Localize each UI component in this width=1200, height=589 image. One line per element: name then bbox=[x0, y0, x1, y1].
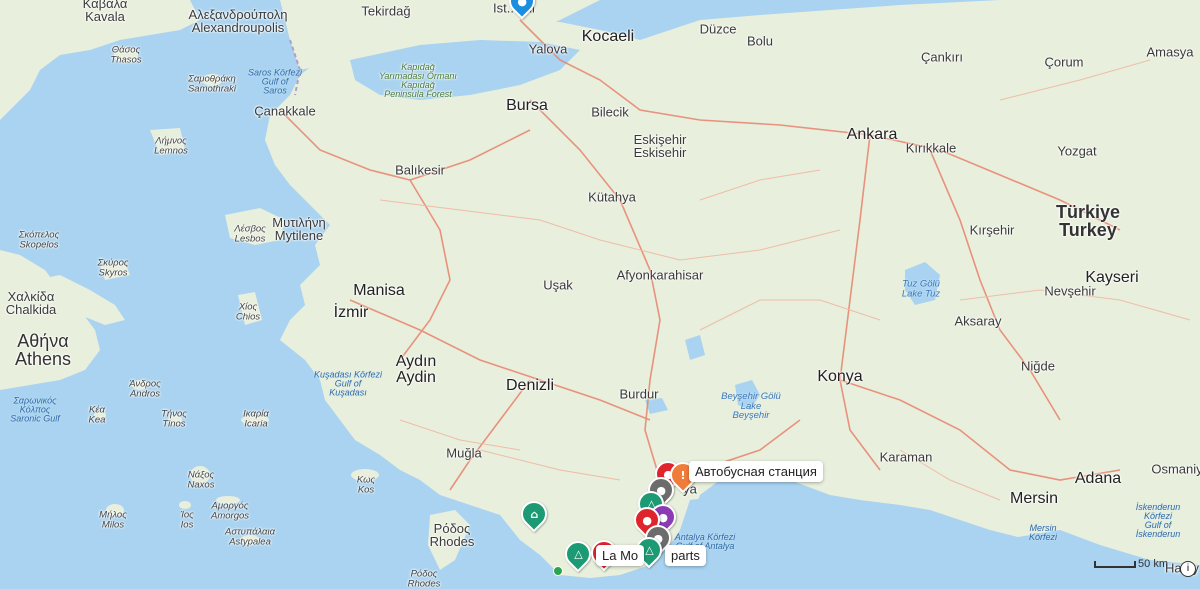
label-aksaray: Aksaray bbox=[954, 313, 1002, 329]
label-amorgos: Αμοργός Amorgos bbox=[210, 500, 250, 521]
label-bilecik: Bilecik bbox=[591, 104, 629, 120]
label-denizli: Denizli bbox=[505, 377, 555, 394]
label-ikaria: Ικαρία Icaria bbox=[243, 408, 269, 429]
label-nigde: Niğde bbox=[1021, 358, 1055, 374]
label-skopelos: Σκόπελος Skopelos bbox=[18, 229, 60, 250]
label-canakkale: Çanakkale bbox=[254, 103, 316, 119]
scale-bar-line bbox=[1094, 560, 1137, 568]
tent-icon: △ bbox=[644, 543, 654, 557]
label-turkey: Türkiye Turkey bbox=[1055, 202, 1121, 240]
label-ios: Ίος Ios bbox=[180, 509, 194, 530]
label-kapidag: Kapıdağ Yarımadası Ormanı Kapıdağ Penins… bbox=[379, 62, 457, 99]
label-kutahya: Kütahya bbox=[588, 189, 636, 205]
popup-parts[interactable]: parts bbox=[665, 545, 706, 566]
label-duzce: Düzce bbox=[699, 21, 737, 37]
label-iskenderun-gulf: İskenderun Körfezi Gulf of İskenderun bbox=[1135, 502, 1181, 539]
label-alexandroupolis: Αλεξανδρούπολη Alexandroupolis bbox=[188, 7, 288, 35]
exclamation-icon: ! bbox=[680, 468, 686, 482]
label-usak: Uşak bbox=[543, 277, 573, 293]
label-kavala: Καβάλα Kavala bbox=[82, 0, 128, 24]
label-mersin: Mersin bbox=[1009, 490, 1059, 507]
label-mytilene: Μυτιλήνη Mytilene bbox=[272, 215, 326, 243]
label-chios: Χίος Chios bbox=[235, 301, 261, 322]
label-izmir: İzmir bbox=[333, 304, 369, 321]
label-manisa: Manisa bbox=[353, 282, 405, 299]
label-saros-gulf: Saros Körfezi Gulf of Saros bbox=[247, 67, 303, 96]
label-nevsehir: Nevşehir bbox=[1044, 283, 1096, 299]
label-milos: Μήλος Milos bbox=[99, 509, 127, 530]
label-lemnos: Λήμνος Lemnos bbox=[154, 135, 188, 156]
label-rhodes: Ρόδος Rhodes bbox=[429, 521, 475, 549]
label-kusadasi-gulf: Kuşadası Körfezi Gulf of Kuşadası bbox=[313, 369, 383, 398]
label-tekirdag: Tekirdağ bbox=[361, 3, 411, 19]
info-icon[interactable]: i bbox=[1180, 561, 1196, 577]
label-amasya: Amasya bbox=[1146, 44, 1194, 60]
label-andros: Άνδρος Andros bbox=[129, 378, 161, 399]
pin-icon: ● bbox=[642, 513, 652, 527]
label-balikesir: Balıkesir bbox=[395, 162, 445, 178]
label-beysehir-lake: Beyşehir Gölü Lake Beyşehir bbox=[721, 390, 781, 421]
scale-label: 50 km bbox=[1138, 558, 1168, 570]
label-bursa: Bursa bbox=[506, 97, 548, 114]
label-kos: Κως Kos bbox=[356, 474, 376, 495]
label-tuz-lake: Tuz Gölü Lake Tuz bbox=[901, 278, 941, 299]
bed-icon: ⌂ bbox=[530, 507, 538, 521]
scale-bar: 50 km bbox=[1094, 558, 1168, 570]
label-athens: Αθήνα Athens bbox=[14, 331, 72, 369]
label-yalova: Yalova bbox=[528, 41, 568, 57]
label-lesbos: Λέσβος Lesbos bbox=[234, 223, 266, 244]
label-kocaeli: Kocaeli bbox=[581, 28, 635, 45]
label-konya: Konya bbox=[817, 368, 863, 385]
label-bolu: Bolu bbox=[746, 33, 774, 49]
popup-bus-station[interactable]: Автобусная станция bbox=[689, 461, 823, 482]
label-burdur: Burdur bbox=[619, 386, 659, 402]
label-kirikkale: Kırıkkale bbox=[905, 140, 957, 156]
label-thasos: Θάσος Thasos bbox=[110, 44, 142, 65]
dot-green-marker[interactable] bbox=[553, 566, 563, 576]
label-mugla: Muğla bbox=[446, 445, 482, 461]
label-mersin-gulf: Mersin Körfezi bbox=[1028, 523, 1058, 542]
label-osmaniye: Osmaniy bbox=[1151, 461, 1200, 477]
label-tinos: Τήνος Tinos bbox=[161, 408, 187, 429]
label-naxos: Νάξος Naxos bbox=[187, 469, 215, 490]
label-saronic-gulf: Σαρωνικός Κόλπος Saronic Gulf bbox=[10, 395, 60, 424]
label-astypalea: Αστυπάλαια Astypalea bbox=[225, 526, 275, 547]
label-cankiri: Çankırı bbox=[921, 49, 963, 65]
label-rhodes-island: Ρόδος Rhodes bbox=[407, 568, 441, 589]
label-eskisehir: Eskişehir Eskisehir bbox=[633, 132, 687, 160]
label-adana: Adana bbox=[1074, 470, 1122, 487]
label-chalkida: Χαλκίδα Chalkida bbox=[5, 289, 57, 317]
label-corum: Çorum bbox=[1044, 54, 1084, 70]
pin-icon: ● bbox=[517, 0, 527, 8]
label-kirsehir: Kırşehir bbox=[969, 222, 1015, 238]
label-kea: Κέα Kea bbox=[88, 404, 106, 425]
label-afyon: Afyonkarahisar bbox=[616, 267, 704, 283]
label-samothraki: Σαμοθράκη Samothraki bbox=[187, 73, 237, 94]
label-karaman: Karaman bbox=[879, 449, 933, 465]
label-yozgat: Yozgat bbox=[1057, 143, 1097, 159]
tent-icon: △ bbox=[573, 547, 583, 561]
label-ankara: Ankara bbox=[846, 126, 898, 143]
label-skyros: Σκύρος Skyros bbox=[97, 257, 129, 278]
label-aydin: Aydın Aydin bbox=[395, 353, 437, 386]
popup-la-mo[interactable]: La Mo bbox=[596, 545, 645, 566]
